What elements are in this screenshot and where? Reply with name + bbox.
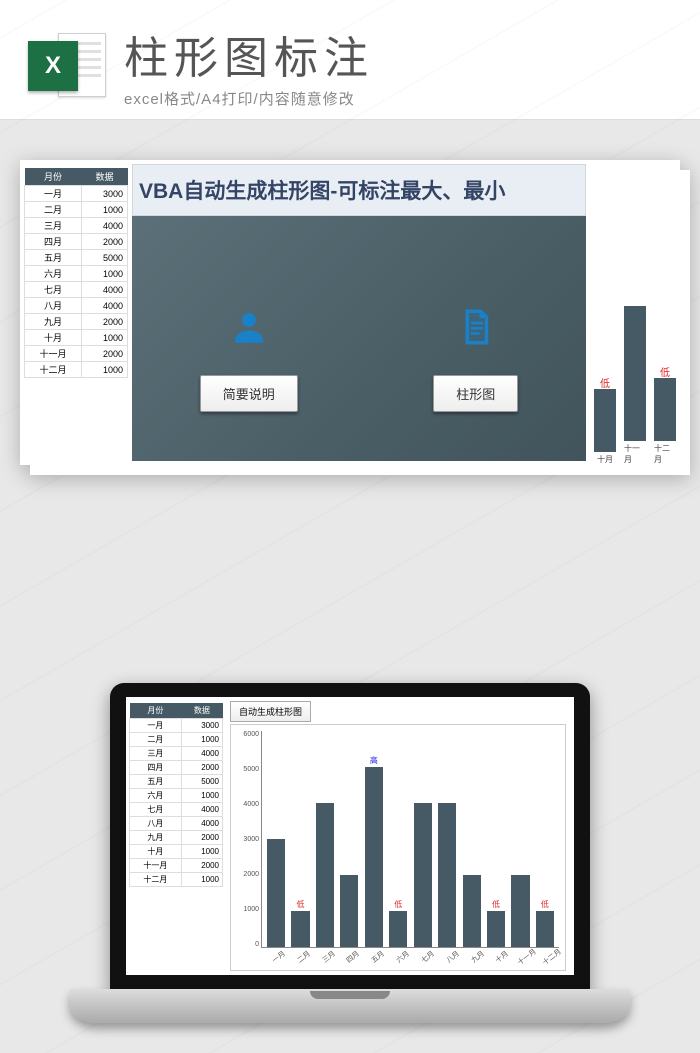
mini-bar: 低十二月 — [654, 378, 676, 465]
template-preview: 月份 数据 一月3000二月1000三月4000四月2000五月5000六月10… — [20, 160, 680, 465]
chart-bar: 低 — [536, 911, 554, 947]
chart-bar — [463, 875, 481, 947]
chart-bar: 低 — [291, 911, 309, 947]
preview-panel-title: VBA自动生成柱形图-可标注最大、最小 — [132, 164, 586, 216]
chart-bar: 低 — [389, 911, 407, 947]
mini-bar: 低十月 — [594, 389, 616, 465]
chart-bar — [438, 803, 456, 947]
low-label: 低 — [600, 375, 610, 390]
page-subtitle: excel格式/A4打印/内容随意修改 — [124, 88, 672, 109]
mini-bar: 十一月 — [624, 306, 646, 465]
document-icon — [455, 306, 497, 353]
generate-chart-button[interactable]: 自动生成柱形图 — [230, 701, 311, 722]
excel-file-icon: X — [28, 27, 106, 105]
table-row: 六月1000 — [130, 789, 223, 803]
table-row: 四月2000 — [130, 761, 223, 775]
table-row: 十一月2000 — [130, 859, 223, 873]
table-row: 十月1000 — [25, 330, 128, 346]
table-row: 七月4000 — [130, 803, 223, 817]
low-annotation: 低 — [297, 899, 305, 910]
preview-mini-chart: 低十月十一月低十二月 — [590, 160, 680, 465]
table-row: 三月4000 — [25, 218, 128, 234]
table-row: 九月2000 — [130, 831, 223, 845]
preview-data-table: 月份 数据 一月3000二月1000三月4000四月2000五月5000六月10… — [20, 160, 132, 465]
table-row: 十月1000 — [130, 845, 223, 859]
table-row: 九月2000 — [25, 314, 128, 330]
table-row: 一月3000 — [25, 186, 128, 202]
chart-bar — [511, 875, 529, 947]
preview-panel-body: 简要说明 柱形图 — [132, 216, 586, 461]
low-annotation: 低 — [541, 899, 549, 910]
person-icon — [228, 306, 270, 353]
laptop-mockup: 月份 数据 一月3000二月1000三月4000四月2000五月5000六月10… — [0, 623, 700, 1053]
table-row: 八月4000 — [25, 298, 128, 314]
table-row: 十一月2000 — [25, 346, 128, 362]
chart-bar: 高 — [365, 767, 383, 947]
table-row: 七月4000 — [25, 282, 128, 298]
chart-bar — [414, 803, 432, 947]
table-row: 八月4000 — [130, 817, 223, 831]
page-title: 柱形图标注 — [124, 22, 672, 86]
page-header: X 柱形图标注 excel格式/A4打印/内容随意修改 — [0, 0, 700, 120]
table-row: 四月2000 — [25, 234, 128, 250]
chart-bar: 低 — [487, 911, 505, 947]
high-annotation: 高 — [370, 755, 378, 766]
low-annotation: 低 — [394, 899, 402, 910]
table-row: 六月1000 — [25, 266, 128, 282]
chart-bar — [340, 875, 358, 947]
low-annotation: 低 — [492, 899, 500, 910]
table-row: 二月1000 — [25, 202, 128, 218]
table-row: 五月5000 — [25, 250, 128, 266]
table-row: 五月5000 — [130, 775, 223, 789]
chart-button[interactable]: 柱形图 — [433, 375, 518, 412]
laptop-data-table: 月份 数据 一月3000二月1000三月4000四月2000五月5000六月10… — [126, 697, 226, 975]
table-row: 十二月1000 — [130, 873, 223, 887]
table-row: 十二月1000 — [25, 362, 128, 378]
low-label: 低 — [660, 364, 670, 379]
col-data: 数据 — [82, 168, 128, 186]
table-row: 二月1000 — [130, 733, 223, 747]
desc-button[interactable]: 简要说明 — [200, 375, 298, 412]
col-month: 月份 — [25, 168, 82, 186]
bar-chart: 6000500040003000200010000 低高低低低 一月二月三月四月… — [230, 724, 566, 971]
table-row: 三月4000 — [130, 747, 223, 761]
chart-bar — [267, 839, 285, 947]
chart-bar — [316, 803, 334, 947]
excel-badge: X — [28, 41, 78, 91]
table-row: 一月3000 — [130, 719, 223, 733]
